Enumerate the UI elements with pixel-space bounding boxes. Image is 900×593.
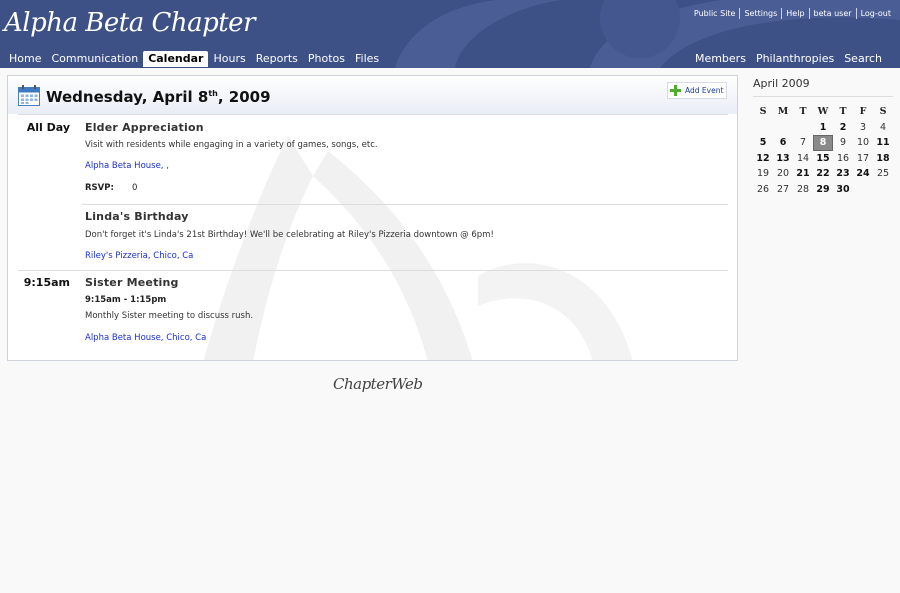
calendar-day[interactable]: 4	[873, 120, 893, 136]
mini-calendar-title: April 2009	[753, 77, 893, 97]
divider	[18, 114, 728, 115]
public-site-link[interactable]: Public Site	[690, 8, 741, 19]
weekday-header: T	[799, 106, 807, 117]
weekday-header: M	[777, 106, 789, 117]
nav-home[interactable]: Home	[4, 51, 46, 67]
nav-communication[interactable]: Communication	[46, 51, 143, 67]
event-description: Monthly Sister meeting to discuss rush.	[85, 311, 254, 321]
calendar-day[interactable]: 9	[833, 135, 853, 151]
calendar-day[interactable]: 1	[813, 120, 833, 136]
plus-icon	[670, 85, 681, 96]
calendar-day[interactable]: 16	[833, 151, 853, 167]
calendar-day[interactable]: 15	[813, 151, 833, 167]
calendar-icon	[18, 85, 40, 106]
nav-philanthropies[interactable]: Philanthropies	[751, 51, 839, 67]
calendar-day[interactable]: 14	[793, 151, 813, 167]
help-link[interactable]: Help	[782, 8, 810, 19]
event-time-range: 9:15am - 1:15pm	[85, 295, 167, 305]
calendar-day[interactable]: 2	[833, 120, 853, 136]
nav-members[interactable]: Members	[690, 51, 751, 67]
event-location-link[interactable]: Riley's Pizzeria, Chico, Ca	[85, 251, 193, 261]
calendar-day[interactable]: 12	[753, 151, 773, 167]
user-link[interactable]: beta user	[810, 8, 857, 19]
weekday-header: S	[879, 106, 887, 117]
weekday-header: W	[817, 106, 829, 117]
add-event-button[interactable]: Add Event	[667, 82, 727, 99]
event-description: Don't forget it's Linda's 21st Birthday!…	[85, 230, 494, 240]
calendar-day[interactable]: 27	[773, 182, 793, 198]
calendar-day[interactable]: 22	[813, 166, 833, 182]
calendar-day[interactable]: 25	[873, 166, 893, 182]
calendar-day[interactable]: 21	[793, 166, 813, 182]
calendar-day[interactable]: 26	[753, 182, 773, 198]
calendar-day[interactable]: 17	[853, 151, 873, 167]
calendar-day[interactable]: 24	[853, 166, 873, 182]
calendar-day[interactable]: 30	[833, 182, 853, 198]
calendar-day-today[interactable]: 8	[813, 135, 833, 151]
event-title[interactable]: Elder Appreciation	[85, 121, 204, 134]
add-event-label: Add Event	[685, 86, 724, 95]
mini-calendar: April 2009 S M T W T F S 1 2 3 4 5 6 7 8 9 10 11 12 13 14 15 1…	[750, 77, 893, 195]
time-label-915: 9:15am	[23, 276, 70, 289]
event-title[interactable]: Linda's Birthday	[85, 210, 189, 223]
weekday-header: F	[859, 106, 867, 117]
calendar-day[interactable]: 19	[753, 166, 773, 182]
main-nav: Home Communication Calendar Hours Report…	[4, 51, 384, 67]
weekday-header: S	[759, 106, 767, 117]
logout-link[interactable]: Log-out	[857, 8, 891, 19]
calendar-day[interactable]: 10	[853, 135, 873, 151]
nav-reports[interactable]: Reports	[251, 51, 303, 67]
calendar-day[interactable]: 29	[813, 182, 833, 198]
nav-photos[interactable]: Photos	[303, 51, 350, 67]
calendar-day[interactable]: 3	[853, 120, 873, 136]
divider	[18, 270, 728, 271]
calendar-day[interactable]: 11	[873, 135, 893, 151]
weekday-header: T	[839, 106, 847, 117]
calendar-day[interactable]: 6	[773, 135, 793, 151]
event-location-link[interactable]: Alpha Beta House, ,	[85, 161, 169, 171]
rsvp-value: 0	[132, 183, 138, 193]
divider	[82, 204, 728, 205]
event-title[interactable]: Sister Meeting	[85, 276, 179, 289]
utility-links: Public Site Settings Help beta user Log-…	[690, 8, 891, 19]
header-bar: Alpha Beta Chapter Public Site Settings …	[0, 0, 900, 68]
calendar-day[interactable]: 13	[773, 151, 793, 167]
event-description: Visit with residents while engaging in a…	[85, 140, 378, 150]
nav-calendar[interactable]: Calendar	[143, 51, 209, 67]
calendar-day[interactable]: 18	[873, 151, 893, 167]
day-view-panel: Wednesday, April 8th, 2009 Add Event All…	[7, 75, 738, 361]
nav-files[interactable]: Files	[350, 51, 384, 67]
calendar-day[interactable]: 5	[753, 135, 773, 151]
calendar-day[interactable]: 20	[773, 166, 793, 182]
nav-hours[interactable]: Hours	[208, 51, 250, 67]
settings-link[interactable]: Settings	[740, 8, 783, 19]
calendar-day[interactable]: 7	[793, 135, 813, 151]
day-title: Wednesday, April 8th, 2009	[46, 88, 271, 106]
rsvp-label: RSVP:	[85, 183, 114, 193]
event-location-link[interactable]: Alpha Beta House, Chico, Ca	[85, 333, 206, 343]
nav-search[interactable]: Search	[839, 51, 887, 67]
chapter-logo[interactable]: Alpha Beta Chapter	[4, 8, 256, 38]
secondary-nav: Members Philanthropies Search	[690, 51, 887, 67]
footer-logo[interactable]: ChapterWeb	[333, 375, 423, 393]
calendar-day[interactable]: 23	[833, 166, 853, 182]
calendar-day[interactable]: 28	[793, 182, 813, 198]
time-label-allday: All Day	[26, 121, 70, 134]
